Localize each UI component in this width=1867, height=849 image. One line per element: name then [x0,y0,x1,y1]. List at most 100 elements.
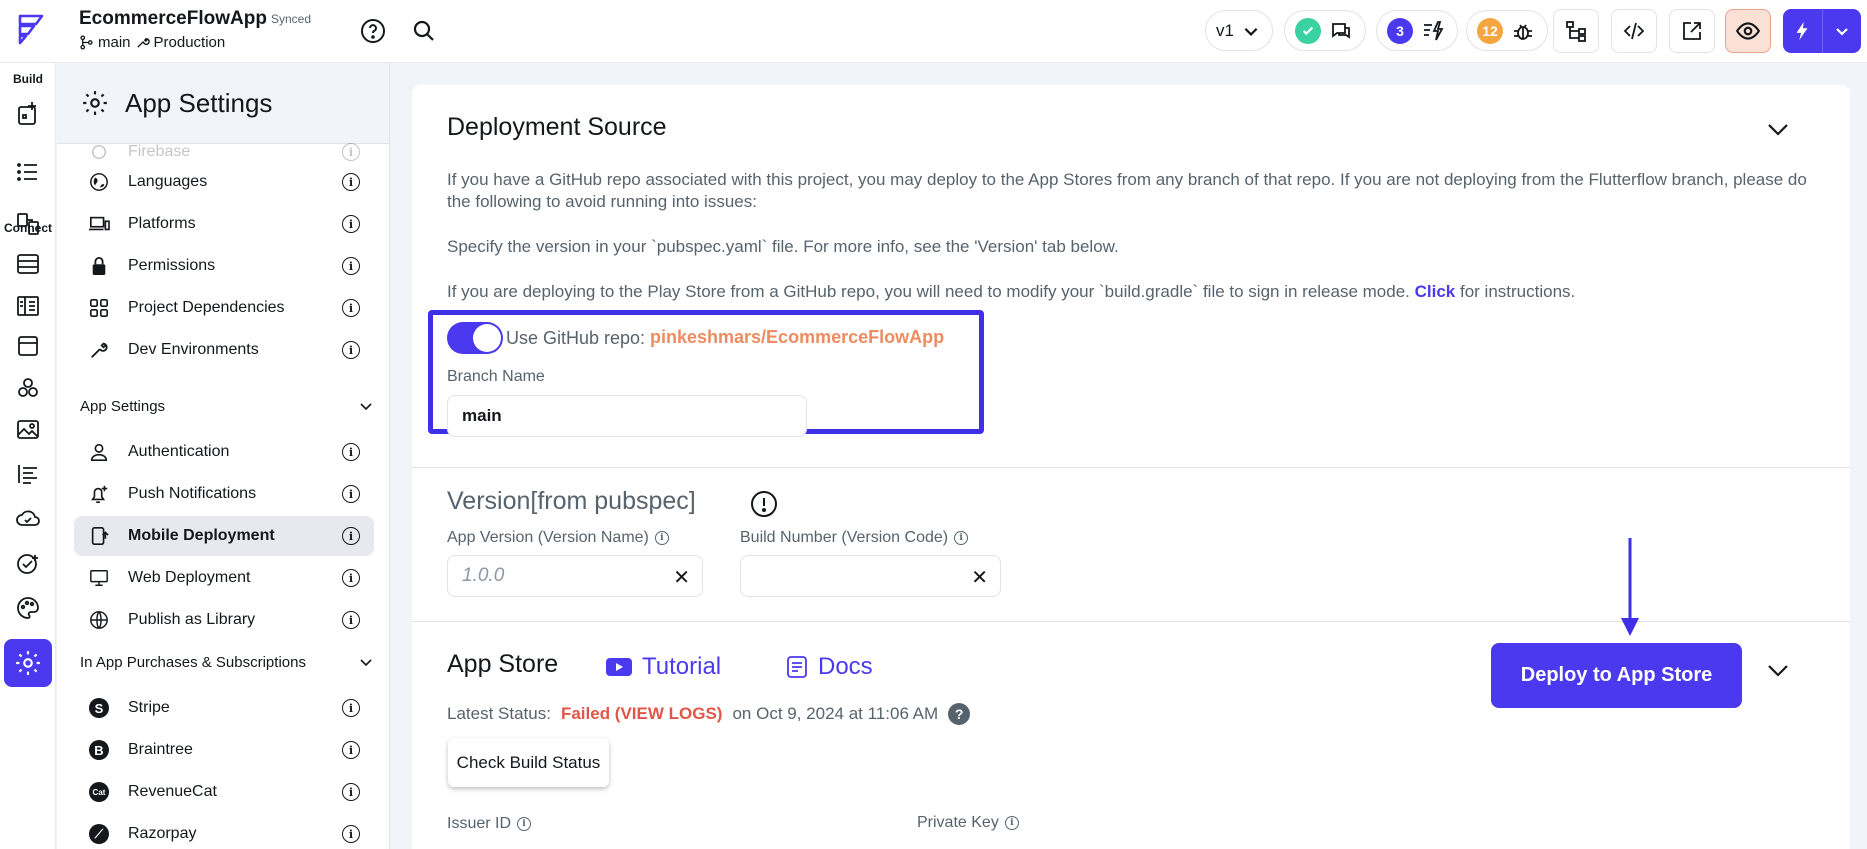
version-selector[interactable]: v1 [1205,10,1273,51]
info-icon[interactable]: i [342,825,360,843]
run-button[interactable] [1783,9,1861,53]
nav-item-permissions[interactable]: Permissions i [74,246,374,286]
flutterflow-logo-icon[interactable] [14,12,48,46]
status-date: on Oct 9, 2024 at 11:06 AM [732,704,939,723]
nav-item-label: Languages [128,173,208,190]
section-app-settings[interactable]: App Settings [80,391,374,421]
build-label: Build [13,72,43,86]
code-button[interactable] [1611,9,1657,53]
nav-item-revenuecat[interactable]: Cat RevenueCat i [74,772,374,812]
nav-item-platforms[interactable]: Platforms i [74,204,374,244]
comments-pill[interactable] [1284,10,1366,51]
branch-name-field[interactable]: main [447,395,807,437]
nav-item-project-dependencies[interactable]: Project Dependencies i [74,288,374,328]
info-icon[interactable]: i [342,143,360,161]
bug-icon [1514,23,1532,40]
nav-item-languages[interactable]: Languages i [74,162,374,202]
nav-item-authentication[interactable]: Authentication i [74,432,374,472]
status-label: Latest Status: [447,704,551,723]
grid-icon [86,297,112,319]
nav-item-razorpay[interactable]: ⟋ Razorpay i [74,814,374,849]
info-icon[interactable]: i [342,527,360,545]
nav-item-label: Permissions [128,257,216,274]
info-icon[interactable]: i [342,783,360,801]
nav-item-label: Firebase [128,143,191,160]
info-icon[interactable]: i [342,485,360,503]
chevron-down-icon[interactable] [1764,115,1792,143]
api-calls-icon[interactable] [11,289,45,323]
add-widget-icon[interactable] [11,97,45,131]
chevron-down-icon [1244,27,1258,36]
help-icon[interactable]: ? [948,703,971,725]
info-icon[interactable]: i [342,699,360,717]
info-icon[interactable]: i [342,257,360,275]
branching-button[interactable] [1553,9,1599,53]
nav-item-mobile-deployment[interactable]: Mobile Deployment i [74,516,374,556]
theme-palette-icon[interactable] [11,591,45,625]
text-align-icon[interactable] [11,457,45,491]
nav-item-braintree[interactable]: B Braintree i [74,730,374,770]
custom-code-icon[interactable] [11,371,45,405]
check-build-status-button[interactable]: Check Build Status [448,738,609,787]
nav-item-web-deployment[interactable]: Web Deployment i [74,558,374,598]
info-icon[interactable]: i [654,530,669,545]
search-icon[interactable] [409,16,439,46]
chevron-down-icon[interactable] [1823,9,1862,53]
firebase-icon [86,141,112,163]
info-icon[interactable]: i [342,299,360,317]
info-icon[interactable]: i [1004,815,1019,830]
info-icon[interactable]: i [342,569,360,587]
info-icon[interactable]: i [342,611,360,629]
info-icon[interactable]: i [342,443,360,461]
info-icon[interactable]: i [342,341,360,359]
info-icon[interactable]: i [342,741,360,759]
repo-name[interactable]: pinkeshmars/EcommerceFlowApp [650,327,944,348]
info-icon[interactable]: i [517,816,532,831]
connect-label: Connect [4,221,52,235]
build-number-label: Build Number (Version Code) i [740,529,969,547]
chevron-down-icon[interactable] [1764,656,1792,684]
test-check-icon[interactable] [11,547,45,581]
issues-count: 12 [1477,17,1503,44]
branch-icon [80,35,93,50]
section-purchases[interactable]: In App Purchases & Subscriptions [80,647,374,677]
build-number-field[interactable]: ✕ [740,555,1001,597]
open-external-button[interactable] [1669,9,1715,53]
info-icon[interactable]: i [342,215,360,233]
info-icon[interactable]: i [954,530,969,545]
clear-icon[interactable]: ✕ [971,565,988,590]
alert-circle-icon[interactable] [750,490,778,518]
nav-item-stripe[interactable]: S Stripe i [74,688,374,728]
branch-name[interactable]: main [98,34,131,51]
image-icon[interactable] [11,413,45,447]
preview-button[interactable] [1725,9,1771,53]
docs-link[interactable]: Docs [786,653,873,681]
widget-tree-icon[interactable] [11,155,45,189]
tutorial-link[interactable]: Tutorial [606,653,721,681]
lightning-icon[interactable] [1783,9,1822,53]
status-failed-link[interactable]: Failed (VIEW LOGS) [561,704,723,724]
app-version-placeholder: 1.0.0 [462,565,505,586]
issues-pill[interactable]: 12 [1466,10,1548,51]
media-assets-icon[interactable] [11,329,45,363]
private-key-label: Private Key i [917,814,1019,832]
use-github-toggle[interactable] [447,322,503,354]
cloud-icon[interactable] [11,501,45,535]
app-title[interactable]: EcommerceFlowApp [79,8,267,30]
collaborators-pill[interactable]: 3 [1376,10,1458,51]
environment-name[interactable]: Production [154,34,226,51]
nav-item-publish-as-library[interactable]: Publish as Library i [74,600,374,640]
clear-icon[interactable]: ✕ [673,565,690,590]
instructions-link[interactable]: Click [1415,282,1456,301]
settings-gear-icon[interactable] [4,639,52,687]
nav-item-push-notifications[interactable]: Push Notifications i [74,474,374,514]
app-version-field[interactable]: 1.0.0 ✕ [447,555,703,597]
nav-item-dev-environments[interactable]: Dev Environments i [74,330,374,370]
help-icon[interactable] [358,16,388,46]
settings-gear-icon [83,91,107,115]
info-icon[interactable]: i [342,173,360,191]
nav-item-label: RevenueCat [128,783,217,800]
wrench-icon [86,339,112,361]
deploy-to-app-store-button[interactable]: Deploy to App Store [1491,643,1742,708]
database-icon[interactable] [11,247,45,281]
